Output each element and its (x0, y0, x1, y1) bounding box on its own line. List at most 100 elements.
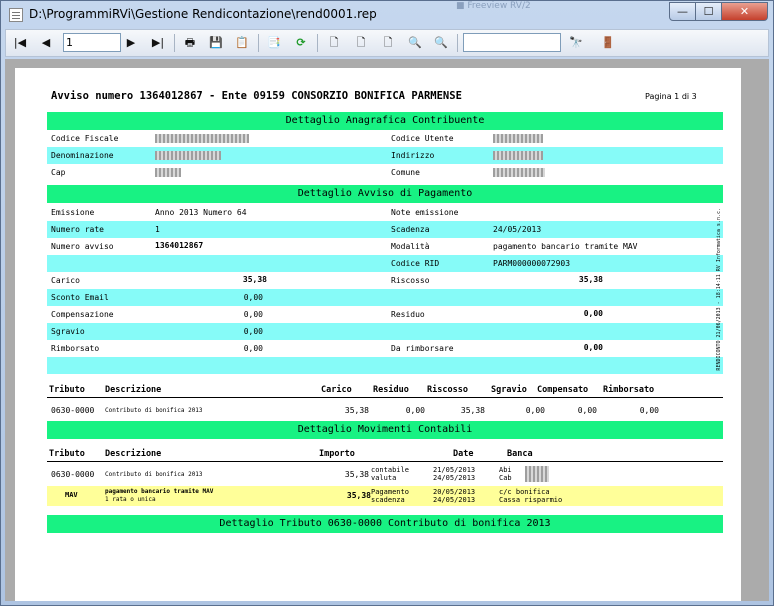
sgravio-value: 0,00 (243, 327, 263, 336)
th-mov-descrizione: Descrizione (105, 449, 162, 459)
report-viewer-window: D:\ProgrammiRVi\Gestione Rendicontazione… (0, 0, 774, 606)
codice-rid-value: PARM000000072903 (493, 259, 571, 268)
section-avviso-header: Dettaglio Avviso di Pagamento (47, 185, 723, 203)
minimize-button[interactable]: — (669, 2, 696, 21)
riscosso-label: Riscosso (391, 276, 430, 285)
section-anagrafica-header: Dettaglio Anagrafica Contribuente (47, 112, 723, 130)
avviso-row-sconto: Sconto Email 0,00 (47, 289, 723, 306)
report-viewport[interactable]: Avviso numero 1364012867 - Ente 09159 CO… (5, 59, 769, 601)
movimento-tipo-contabile: contabile (371, 466, 409, 474)
single-page-icon[interactable]: 🗋 (324, 34, 344, 52)
copy-icon[interactable]: 📑 (264, 34, 284, 52)
background-window-title: ■ Freeview RV/2 (456, 1, 531, 11)
tributo-compensato: 0,00 (577, 406, 597, 415)
sgravio-label: Sgravio (51, 327, 85, 336)
modalita-label: Modalità (391, 242, 430, 251)
th-tributo: Tributo (49, 385, 85, 395)
tributo-riscosso: 35,38 (460, 406, 485, 415)
table-divider (47, 397, 723, 398)
multi-page-icon[interactable]: 🗋 (378, 34, 398, 52)
window-title: D:\ProgrammiRVi\Gestione Rendicontazione… (29, 7, 377, 21)
close-button[interactable]: ✕ (721, 2, 768, 21)
movimento-mav-data-scadenza: 24/05/2013 (433, 496, 476, 504)
movimento-description: Contributo di bonifica 2013 (105, 471, 203, 478)
exit-icon[interactable]: 🚪 (598, 34, 618, 52)
sconto-email-value: 0,00 (243, 293, 263, 302)
rimborsato-label: Rimborsato (51, 344, 100, 353)
th-mov-tributo: Tributo (49, 449, 85, 459)
avviso-row-rimborsato: Rimborsato 0,00 Da rimborsare 0,00 (47, 340, 723, 357)
riscosso-value: 35,38 (578, 275, 603, 284)
tributo-row: 0630-0000 Contributo di bonifica 2013 35… (47, 402, 723, 419)
previous-page-icon[interactable]: ◀ (36, 34, 56, 52)
note-emissione-label: Note emissione (391, 208, 459, 217)
maximize-button[interactable]: ☐ (695, 2, 722, 21)
th-sgravio: Sgravio (491, 385, 527, 395)
movimento-row-mav: MAV pagamento bancario tramite MAV 1 rat… (47, 486, 723, 506)
title-bar[interactable]: D:\ProgrammiRVi\Gestione Rendicontazione… (1, 1, 773, 29)
zoom-in-icon[interactable]: 🔍 (431, 34, 451, 52)
avviso-row-compensazione: Compensazione 0,00 Residuo 0,00 (47, 306, 723, 323)
movimento-mav-tipo-scadenza: scadenza (371, 496, 405, 504)
movimento-tipo-valuta: valuta (371, 474, 397, 482)
tributo-carico: 35,38 (344, 406, 369, 415)
th-mov-banca: Banca (507, 449, 533, 459)
scadenza-value: 24/05/2013 (493, 225, 542, 234)
codice-rid-label: Codice RID (391, 259, 440, 268)
avviso-row-emissione: Emissione Anno 2013 Numero 64 Note emiss… (47, 204, 723, 221)
next-page-icon[interactable]: ▶ (121, 34, 141, 52)
section-movimenti-header: Dettaglio Movimenti Contabili (47, 421, 723, 439)
th-descrizione: Descrizione (105, 385, 162, 395)
th-rimborsato: Rimborsato (603, 385, 655, 395)
zoom-out-icon[interactable]: 🔍 (405, 34, 425, 52)
tributo-residuo: 0,00 (405, 406, 425, 415)
movimento-mav-tipo-pagamento: Pagamento (371, 488, 409, 496)
find-binoculars-icon[interactable]: 🔭 (566, 34, 586, 52)
avviso-row-numero: Numero avviso 1364012867 Modalità pagame… (47, 238, 723, 255)
residuo-label: Residuo (391, 310, 425, 319)
first-page-icon[interactable]: |◀ (10, 34, 30, 52)
print-icon[interactable]: 🖶 (180, 34, 200, 52)
movimento-abi-label: Abi (499, 466, 512, 474)
toolbar-separator (317, 34, 318, 52)
last-page-icon[interactable]: ▶| (148, 34, 168, 52)
page-number-input[interactable] (63, 33, 121, 52)
redacted-value (493, 168, 545, 177)
indirizzo-label: Indirizzo (391, 151, 435, 160)
page-width-icon[interactable]: 🗋 (351, 34, 371, 52)
avviso-row-rid: Codice RID PARM000000072903 (47, 255, 723, 272)
toolbar-separator (174, 34, 175, 52)
movimento-row: 0630-0000 Contributo di bonifica 2013 35… (47, 464, 723, 484)
avviso-row-rate: Numero rate 1 Scadenza 24/05/2013 (47, 221, 723, 238)
report-title: Avviso numero 1364012867 - Ente 09159 CO… (51, 90, 462, 102)
denominazione-label: Denominazione (51, 151, 114, 160)
modalita-value: pagamento bancario tramite MAV (493, 242, 638, 251)
save-icon[interactable]: 💾 (206, 34, 226, 52)
codice-utente-label: Codice Utente (391, 134, 454, 143)
movimento-mav-rata: 1 rata o unica (105, 496, 156, 503)
th-carico: Carico (321, 385, 352, 395)
refresh-icon[interactable]: ⟳ (291, 34, 311, 52)
da-rimborsare-value: 0,00 (583, 343, 603, 352)
report-page: Avviso numero 1364012867 - Ente 09159 CO… (15, 68, 741, 601)
th-riscosso: Riscosso (427, 385, 468, 395)
numero-avviso-value: 1364012867 (155, 241, 204, 250)
compensazione-label: Compensazione (51, 310, 114, 319)
search-input[interactable] (463, 33, 561, 52)
tributo-code: 0630-0000 (51, 406, 95, 415)
th-compensato: Compensato (537, 385, 589, 395)
residuo-value: 0,00 (583, 309, 603, 318)
movimento-cab-label: Cab (499, 474, 512, 482)
movimento-data-valuta: 24/05/2013 (433, 474, 476, 482)
numero-rate-label: Numero rate (51, 225, 104, 234)
carico-value: 35,38 (242, 275, 267, 284)
emissione-label: Emissione (51, 208, 95, 217)
movimento-data-contabile: 21/05/2013 (433, 466, 476, 474)
codice-fiscale-label: Codice Fiscale (51, 134, 119, 143)
movimento-mav-importo: 35,38 (346, 491, 371, 500)
movimento-importo: 35,38 (344, 470, 369, 479)
table-divider (47, 461, 723, 462)
export-icon[interactable]: 📋 (232, 34, 252, 52)
tributo-rimborsato: 0,00 (639, 406, 659, 415)
movimento-mav-banca: c/c bonifica (499, 488, 550, 496)
